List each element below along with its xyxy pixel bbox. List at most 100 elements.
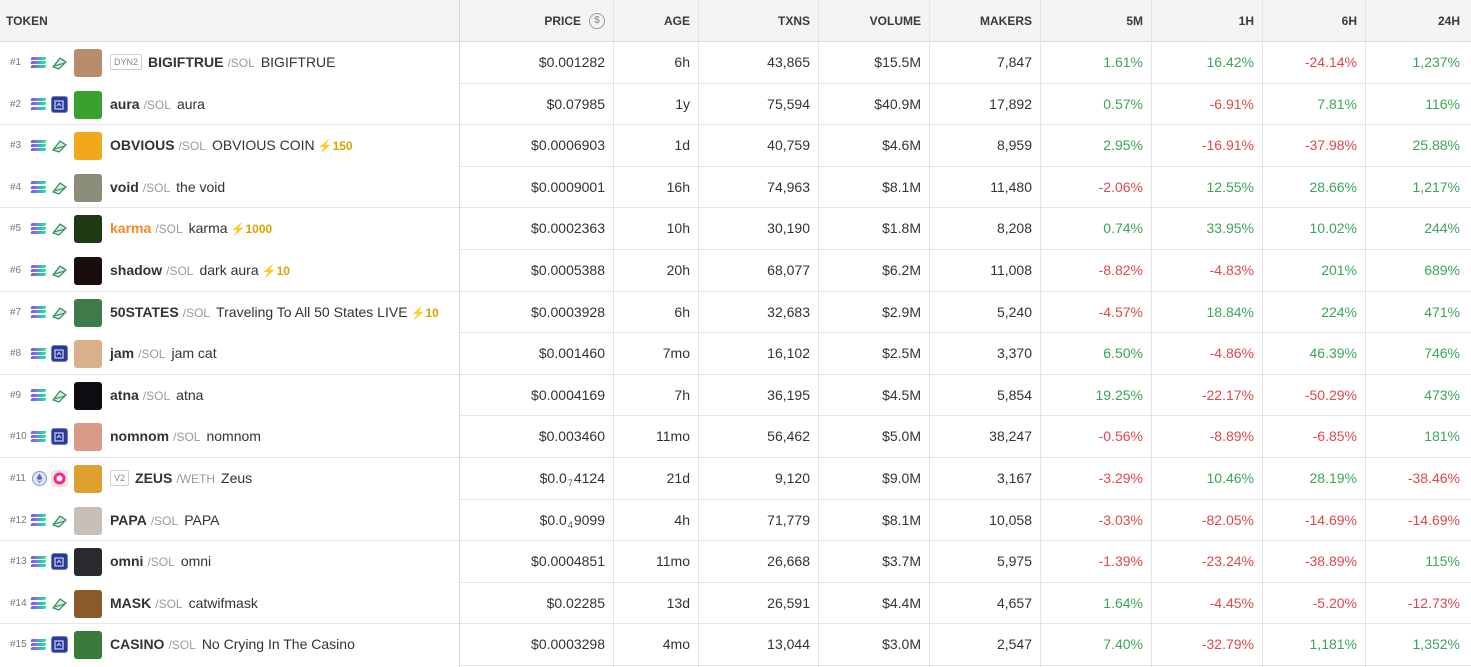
price-value: $0.0002363 (531, 220, 605, 237)
token-label[interactable]: omni/SOL omni (110, 541, 211, 584)
price-value: $0.0 (539, 470, 567, 486)
quote-symbol: /SOL (142, 180, 171, 195)
rank: #2 (10, 98, 22, 110)
header-6h[interactable]: 6H (1269, 0, 1357, 42)
token-label[interactable]: nomnom/SOL nomnom (110, 416, 261, 459)
token-label[interactable]: void/SOL the void (110, 167, 225, 210)
table-row[interactable]: #4 void/SOL the void $0.0009001 16h 74,963 $8.… (0, 167, 1471, 209)
makers-cell: 11,008 (990, 262, 1032, 278)
pumpswap-dex-icon (51, 511, 68, 529)
raydium-dex-icon (51, 636, 68, 654)
solana-chain-icon (30, 138, 47, 153)
token-symbol: CASINO (110, 636, 165, 653)
price-value: $0.07985 (546, 95, 605, 112)
solana-chain-icon (30, 554, 47, 569)
age-cell: 11mo (656, 553, 690, 570)
token-label[interactable]: aura/SOL aura (110, 84, 205, 127)
token-label[interactable]: DYN2 BIGIFTRUE/SOL BIGIFTRUE (110, 42, 336, 85)
quote-symbol: /SOL (178, 139, 206, 154)
table-row[interactable]: #6 shadow/SOL dark aura ⚡10 $0.0005388 20h 68,… (0, 250, 1471, 292)
token-label[interactable]: CASINO/SOL No Crying In The Casino (110, 624, 355, 667)
solana-chain-icon (30, 55, 47, 70)
token-symbol: ZEUS (135, 470, 173, 486)
solana-chain-icon (30, 305, 47, 320)
quote-symbol: /SOL (168, 638, 196, 653)
raydium-dex-icon (51, 553, 68, 571)
token-avatar (74, 340, 102, 369)
token-avatar (74, 589, 102, 618)
price-value: $0.001460 (538, 345, 605, 362)
table-row[interactable]: #12 PAPA/SOL PAPA $0.049099 4h 71,779 $8.1M 10,… (0, 500, 1471, 542)
txns-cell: 16,102 (767, 345, 810, 362)
header-makers[interactable]: MAKERS (936, 0, 1032, 42)
token-label[interactable]: shadow/SOL dark aura ⚡10 (110, 250, 290, 293)
token-label[interactable]: PAPA/SOL PAPA (110, 500, 219, 543)
solana-chain-icon (30, 346, 47, 361)
table-row[interactable]: #13 omni/SOL omni $0.0004851 11mo 26,668 $3.7M… (0, 541, 1471, 583)
makers-cell: 17,892 (989, 95, 1032, 112)
dex-version-badge: V2 (110, 470, 130, 487)
age-cell: 7h (674, 386, 690, 403)
volume-cell: $4.4M (882, 594, 921, 611)
token-label[interactable]: jam/SOL jam cat (110, 333, 217, 376)
makers-cell: 11,480 (990, 178, 1032, 195)
token-label[interactable]: MASK/SOL catwifmask (110, 583, 258, 626)
token-label[interactable]: atna/SOL atna (110, 375, 203, 418)
price-cell: $0.074124 (470, 458, 605, 500)
solana-chain-icon (30, 97, 47, 112)
age-cell: 6h (674, 54, 690, 70)
header-volume[interactable]: VOLUME (825, 0, 921, 42)
table-row[interactable]: #9 atna/SOL atna $0.0004169 7h 36,195 $4.5M 5,8… (0, 375, 1471, 417)
header-24h[interactable]: 24H (1372, 0, 1460, 42)
token-label[interactable]: OBVIOUS/SOL OBVIOUS COIN ⚡150 (110, 125, 353, 168)
table-header: TOKEN PRICE $ AGE TXNS VOLUME MAKERS 5M 1… (0, 0, 1471, 42)
raydium-dex-icon (51, 95, 68, 113)
volume-cell: $2.9M (882, 303, 921, 320)
h6-cell: -37.98% (1304, 137, 1357, 154)
table-row[interactable]: #14 MASK/SOL catwifmask $0.02285 13d 26,591 $4… (0, 583, 1471, 625)
header-5m[interactable]: 5M (1047, 0, 1143, 42)
pumpswap-dex-icon (51, 594, 68, 612)
h1-cell: -16.91% (1201, 137, 1254, 154)
table-row[interactable]: #3 OBVIOUS/SOL OBVIOUS COIN ⚡150 $0.0006903 1… (0, 125, 1471, 167)
header-age[interactable]: AGE (620, 0, 690, 42)
table-row[interactable]: #11 V2 ZEUS/WETH Zeus $0.074124 21d 9,120 $9.0M… (0, 458, 1471, 500)
price-value: $0.02285 (546, 594, 605, 611)
rank: #13 (10, 556, 27, 568)
price-digits: 9099 (573, 511, 605, 528)
token-label[interactable]: karma/SOL karma ⚡1000 (110, 208, 272, 251)
token-label[interactable]: V2 ZEUS/WETH Zeus (110, 458, 252, 501)
header-1h[interactable]: 1H (1158, 0, 1254, 42)
token-avatar (74, 90, 102, 119)
dollar-circle-icon[interactable]: $ (589, 12, 605, 29)
solana-chain-icon (30, 429, 47, 444)
token-avatar (74, 257, 102, 285)
header-token[interactable]: TOKEN (6, 0, 48, 42)
table-row[interactable]: #2 aura/SOL aura $0.07985 1y 75,594 $40.9M 17,8… (0, 84, 1471, 126)
token-table: TOKEN PRICE $ AGE TXNS VOLUME MAKERS 5M 1… (0, 0, 1471, 667)
token-name: the void (176, 178, 226, 195)
table-row[interactable]: #5 karma/SOL karma ⚡1000 $0.0002363 10h 30,190… (0, 208, 1471, 250)
h6-cell: 7.81% (1317, 95, 1357, 112)
quote-symbol: /SOL (142, 388, 171, 403)
token-symbol: omni (110, 553, 144, 570)
header-price[interactable]: PRICE $ (470, 0, 605, 42)
h24-cell: 181% (1424, 428, 1460, 445)
table-row[interactable]: #7 50STATES/SOL Traveling To All 50 States… (0, 292, 1471, 334)
solana-chain-icon (30, 513, 47, 528)
token-name: aura (176, 95, 205, 112)
table-row[interactable]: #8 jam/SOL jam cat $0.001460 7mo 16,102 $2.5M 3… (0, 333, 1471, 375)
price-digits: 4124 (573, 470, 605, 486)
age-cell: 10h (666, 220, 690, 237)
quote-symbol: /SOL (155, 596, 183, 611)
token-label[interactable]: 50STATES/SOL Traveling To All 50 States L… (110, 292, 439, 335)
table-row[interactable]: #1 DYN2 BIGIFTRUE/SOL BIGIFTRUE $0.001282 6h 4… (0, 42, 1471, 84)
txns-cell: 32,683 (767, 303, 810, 320)
header-txns[interactable]: TXNS (705, 0, 810, 42)
token-avatar (74, 506, 102, 535)
age-cell: 4h (674, 511, 690, 528)
dex-version-badge: DYN2 (110, 54, 143, 71)
quote-symbol: /SOL (147, 555, 175, 570)
table-row[interactable]: #10 nomnom/SOL nomnom $0.003460 11mo 56,462 $5… (0, 416, 1471, 458)
table-row[interactable]: #15 CASINO/SOL No Crying In The Casino $0.0… (0, 624, 1471, 666)
